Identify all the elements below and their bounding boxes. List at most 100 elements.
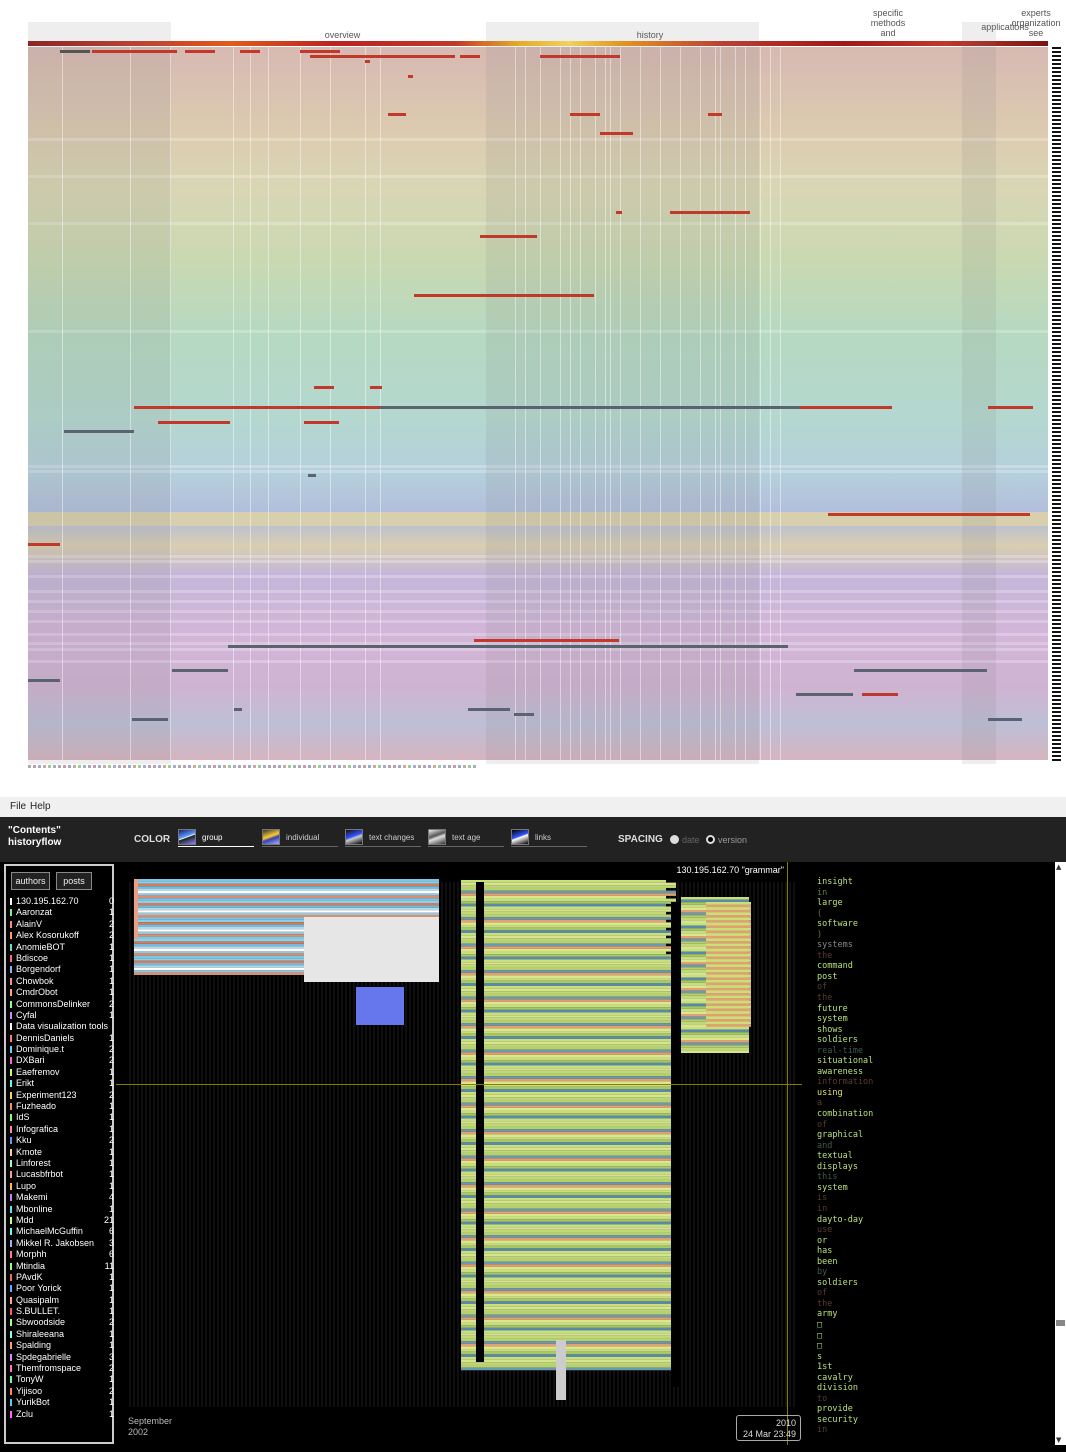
text-strand — [461, 1068, 676, 1071]
author-row[interactable]: CmdrObot 1 — [10, 987, 114, 998]
author-row[interactable]: AnomieBOT 1 — [10, 942, 114, 953]
author-name: AlainV — [16, 918, 43, 929]
author-row[interactable]: Bdiscoe 1 — [10, 953, 114, 964]
author-row[interactable]: Kku 2 — [10, 1135, 114, 1146]
author-row[interactable]: Eaefremov 1 — [10, 1067, 114, 1078]
author-dot — [258, 765, 261, 768]
author-row[interactable]: Morphh 6 — [10, 1249, 114, 1260]
text-strand — [461, 1089, 676, 1092]
scroll-thumb[interactable] — [1056, 1320, 1065, 1326]
author-row[interactable]: Mbonline 1 — [10, 1204, 114, 1215]
version-ticks[interactable] — [1052, 47, 1062, 761]
author-row[interactable]: Makemi 4 — [10, 1192, 114, 1203]
author-row[interactable]: MichaelMcGuffin 6 — [10, 1226, 114, 1237]
text-strand — [461, 1224, 676, 1228]
author-name: Experiment123 — [16, 1089, 77, 1100]
author-row[interactable]: Dominique.t 2 — [10, 1044, 114, 1055]
text-strand — [461, 1182, 676, 1185]
author-row[interactable]: Mdd 21 — [10, 1215, 114, 1226]
author-row[interactable]: Lucasbfrbot 1 — [10, 1169, 114, 1180]
author-row[interactable]: Linforest 1 — [10, 1158, 114, 1169]
author-color-swatch — [10, 1285, 12, 1293]
author-color-swatch — [10, 898, 12, 905]
contribution-segment — [158, 421, 230, 424]
version-tick — [1052, 239, 1061, 241]
text-scrollbar[interactable]: ▲ ▼ — [1055, 862, 1066, 1445]
author-row[interactable]: Erikt 1 — [10, 1078, 114, 1089]
version-tick — [1052, 295, 1061, 297]
author-row[interactable]: Cyfal 1 — [10, 1010, 114, 1021]
author-row[interactable]: Sbwoodside 2 — [10, 1317, 114, 1328]
menu-file[interactable]: File — [10, 801, 26, 812]
current-date-box[interactable]: 2010 24 Mar 23:49 — [736, 1415, 801, 1441]
author-row[interactable]: 130.195.162.70 0 — [10, 896, 114, 907]
version-tick — [1052, 683, 1061, 685]
author-row[interactable]: Data visualization tools — [10, 1021, 114, 1032]
text-strand — [461, 1086, 676, 1090]
author-dot — [163, 765, 166, 768]
version-line — [365, 47, 366, 760]
author-row[interactable]: Themfromspace 2 — [10, 1363, 114, 1374]
color-label: COLOR — [134, 834, 171, 845]
author-row[interactable]: PAvdK 1 — [10, 1272, 114, 1283]
author-color-swatch — [10, 909, 12, 917]
author-row[interactable]: Lupo 1 — [10, 1181, 114, 1192]
scroll-down-icon[interactable]: ▼ — [1056, 1436, 1061, 1444]
section-label-specific-methods[interactable]: specific methods and — [863, 8, 913, 38]
author-row[interactable]: CommonsDelinker 2 — [10, 999, 114, 1010]
author-row[interactable]: YurikBot 1 — [10, 1397, 114, 1408]
version-tick — [1052, 499, 1061, 501]
tab-posts[interactable]: posts — [56, 872, 92, 890]
text-strand — [461, 1046, 676, 1050]
author-row[interactable]: Borgendorf 1 — [10, 964, 114, 975]
author-row[interactable]: Mikkel R. Jakobsen 3 — [10, 1238, 114, 1249]
author-row[interactable]: DennisDaniels 1 — [10, 1033, 114, 1044]
author-row[interactable]: Kmote 1 — [10, 1147, 114, 1158]
author-row[interactable]: TonyW 1 — [10, 1374, 114, 1385]
author-row[interactable]: S.BULLET. 1 — [10, 1306, 114, 1317]
author-row[interactable]: Spalding 1 — [10, 1340, 114, 1351]
author-row[interactable]: AlainV 2 — [10, 919, 114, 930]
spacing-radio-date[interactable]: date — [670, 835, 700, 845]
author-row[interactable]: Experiment123 2 — [10, 1090, 114, 1101]
author-row[interactable]: IdS 1 — [10, 1112, 114, 1123]
text-strand — [461, 1009, 676, 1013]
author-row[interactable]: Quasipalm 1 — [10, 1295, 114, 1306]
text-strand — [461, 946, 676, 949]
version-tick — [1052, 327, 1061, 329]
author-row[interactable]: Infografica 1 — [10, 1124, 114, 1135]
section-label-experts[interactable]: experts organization see — [1008, 8, 1064, 40]
version-tick — [1052, 111, 1061, 113]
author-row[interactable]: Chowbok 1 — [10, 976, 114, 987]
scroll-up-icon[interactable]: ▲ — [1056, 863, 1061, 871]
author-row[interactable]: Alex Kosorukoff 2 — [10, 930, 114, 941]
author-color-swatch — [10, 1262, 12, 1270]
author-row[interactable]: DXBari 2 — [10, 1055, 114, 1066]
menu-help[interactable]: Help — [30, 801, 51, 812]
contribution-segment — [28, 679, 60, 682]
author-row[interactable]: Poor Yorick 1 — [10, 1283, 114, 1294]
author-row[interactable]: Fuzheado 1 — [10, 1101, 114, 1112]
author-row[interactable]: Mtindia 11 — [10, 1261, 114, 1272]
color-option-links[interactable]: links — [511, 829, 587, 847]
author-row[interactable]: Zclu 1 — [10, 1409, 114, 1420]
spacing-radio-version[interactable]: version — [706, 835, 747, 845]
color-option-text-age[interactable]: text age — [428, 829, 504, 847]
color-option-individual[interactable]: individual — [262, 829, 338, 847]
author-row[interactable]: Shiraleeana 1 — [10, 1329, 114, 1340]
color-option-text-changes[interactable]: text changes — [345, 829, 421, 847]
document-word: future — [817, 1003, 848, 1014]
color-option-group[interactable]: group — [178, 829, 254, 847]
history-flow-canvas[interactable]: 130.195.162.70 "grammar" September 2002 … — [116, 862, 802, 1445]
version-tick — [1052, 435, 1061, 437]
contribution-segment — [514, 713, 534, 716]
author-row[interactable]: Yijisoo 2 — [10, 1386, 114, 1397]
section-label-overview[interactable]: overview — [300, 30, 385, 40]
author-row[interactable]: Spdegabrielle 3 — [10, 1352, 114, 1363]
version-tick — [1052, 703, 1061, 705]
tab-authors[interactable]: authors — [11, 872, 50, 890]
author-row[interactable]: Aaronzat 1 — [10, 907, 114, 918]
document-word: s — [817, 1351, 823, 1362]
document-word: in — [817, 1425, 828, 1436]
author-count: 1 — [108, 941, 114, 952]
